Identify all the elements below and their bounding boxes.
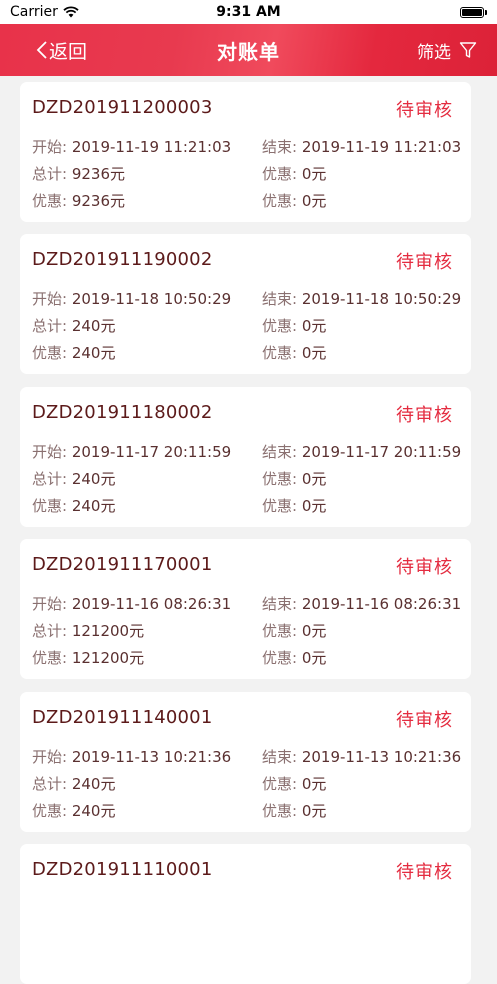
statement-card[interactable]: DZD201911190002 待审核 开始: 2019-11-18 10:50…	[20, 234, 471, 374]
filter-label: 筛选	[417, 42, 451, 63]
status-badge: 待审核	[396, 405, 453, 426]
discount-row: 优惠: 0元	[262, 497, 327, 515]
discount-row: 优惠: 9236元	[32, 192, 126, 210]
status-badge: 待审核	[396, 100, 453, 121]
start-time-row: 开始: 2019-11-19 11:21:03	[32, 138, 232, 156]
battery-icon	[460, 6, 487, 18]
page-title: 对账单	[217, 39, 280, 64]
filter-icon	[459, 42, 477, 58]
start-time-row: 开始: 2019-11-17 20:11:59	[32, 443, 232, 461]
carrier-label: Carrier	[10, 4, 58, 20]
end-time-row: 结束: 2019-11-16 08:26:31	[262, 595, 462, 613]
navigation-bar: 返回 对账单 筛选	[0, 24, 497, 76]
back-button[interactable]: 返回	[36, 24, 87, 76]
start-time-row: 开始: 2019-11-16 08:26:31	[32, 595, 232, 613]
discount-row: 优惠: 0元	[262, 344, 327, 362]
discount-row: 优惠: 0元	[262, 775, 327, 793]
status-badge: 待审核	[396, 710, 453, 731]
statement-id: DZD201911170001	[32, 554, 213, 575]
start-time-row: 开始: 2019-11-18 10:50:29	[32, 290, 232, 308]
end-time-row: 结束: 2019-11-17 20:11:59	[262, 443, 462, 461]
discount-row: 优惠: 0元	[262, 165, 327, 183]
statement-card[interactable]: DZD201911110001 待审核	[20, 844, 471, 984]
discount-row: 优惠: 0元	[262, 649, 327, 667]
end-time-row: 结束: 2019-11-19 11:21:03	[262, 138, 462, 156]
filter-button[interactable]: 筛选	[417, 24, 477, 76]
carrier-signal: Carrier	[10, 4, 79, 20]
statement-card[interactable]: DZD201911170001 待审核 开始: 2019-11-16 08:26…	[20, 539, 471, 679]
statement-id: DZD201911110001	[32, 859, 213, 880]
discount-row: 优惠: 121200元	[32, 649, 145, 667]
total-row: 总计: 121200元	[32, 622, 145, 640]
discount-row: 优惠: 0元	[262, 192, 327, 210]
statement-card[interactable]: DZD201911200003 待审核 开始: 2019-11-19 11:21…	[20, 82, 471, 222]
total-row: 总计: 240元	[32, 470, 116, 488]
discount-row: 优惠: 0元	[262, 317, 327, 335]
status-bar: Carrier 9:31 AM	[0, 0, 497, 24]
statement-card[interactable]: DZD201911180002 待审核 开始: 2019-11-17 20:11…	[20, 387, 471, 527]
discount-row: 优惠: 240元	[32, 802, 116, 820]
wifi-icon	[63, 6, 79, 18]
status-badge: 待审核	[396, 862, 453, 883]
discount-row: 优惠: 0元	[262, 622, 327, 640]
end-time-row: 结束: 2019-11-18 10:50:29	[262, 290, 462, 308]
end-time-row: 结束: 2019-11-13 10:21:36	[262, 748, 462, 766]
statement-id: DZD201911200003	[32, 97, 213, 118]
total-row: 总计: 240元	[32, 775, 116, 793]
statement-card[interactable]: DZD201911140001 待审核 开始: 2019-11-13 10:21…	[20, 692, 471, 832]
start-time-row: 开始: 2019-11-13 10:21:36	[32, 748, 232, 766]
discount-row: 优惠: 240元	[32, 344, 116, 362]
status-badge: 待审核	[396, 252, 453, 273]
chevron-left-icon	[36, 41, 47, 59]
discount-row: 优惠: 0元	[262, 470, 327, 488]
statement-id: DZD201911190002	[32, 249, 213, 270]
discount-row: 优惠: 0元	[262, 802, 327, 820]
statement-id: DZD201911180002	[32, 402, 213, 423]
discount-row: 优惠: 240元	[32, 497, 116, 515]
status-badge: 待审核	[396, 557, 453, 578]
total-row: 总计: 9236元	[32, 165, 126, 183]
statement-id: DZD201911140001	[32, 707, 213, 728]
back-label: 返回	[49, 40, 88, 63]
total-row: 总计: 240元	[32, 317, 116, 335]
